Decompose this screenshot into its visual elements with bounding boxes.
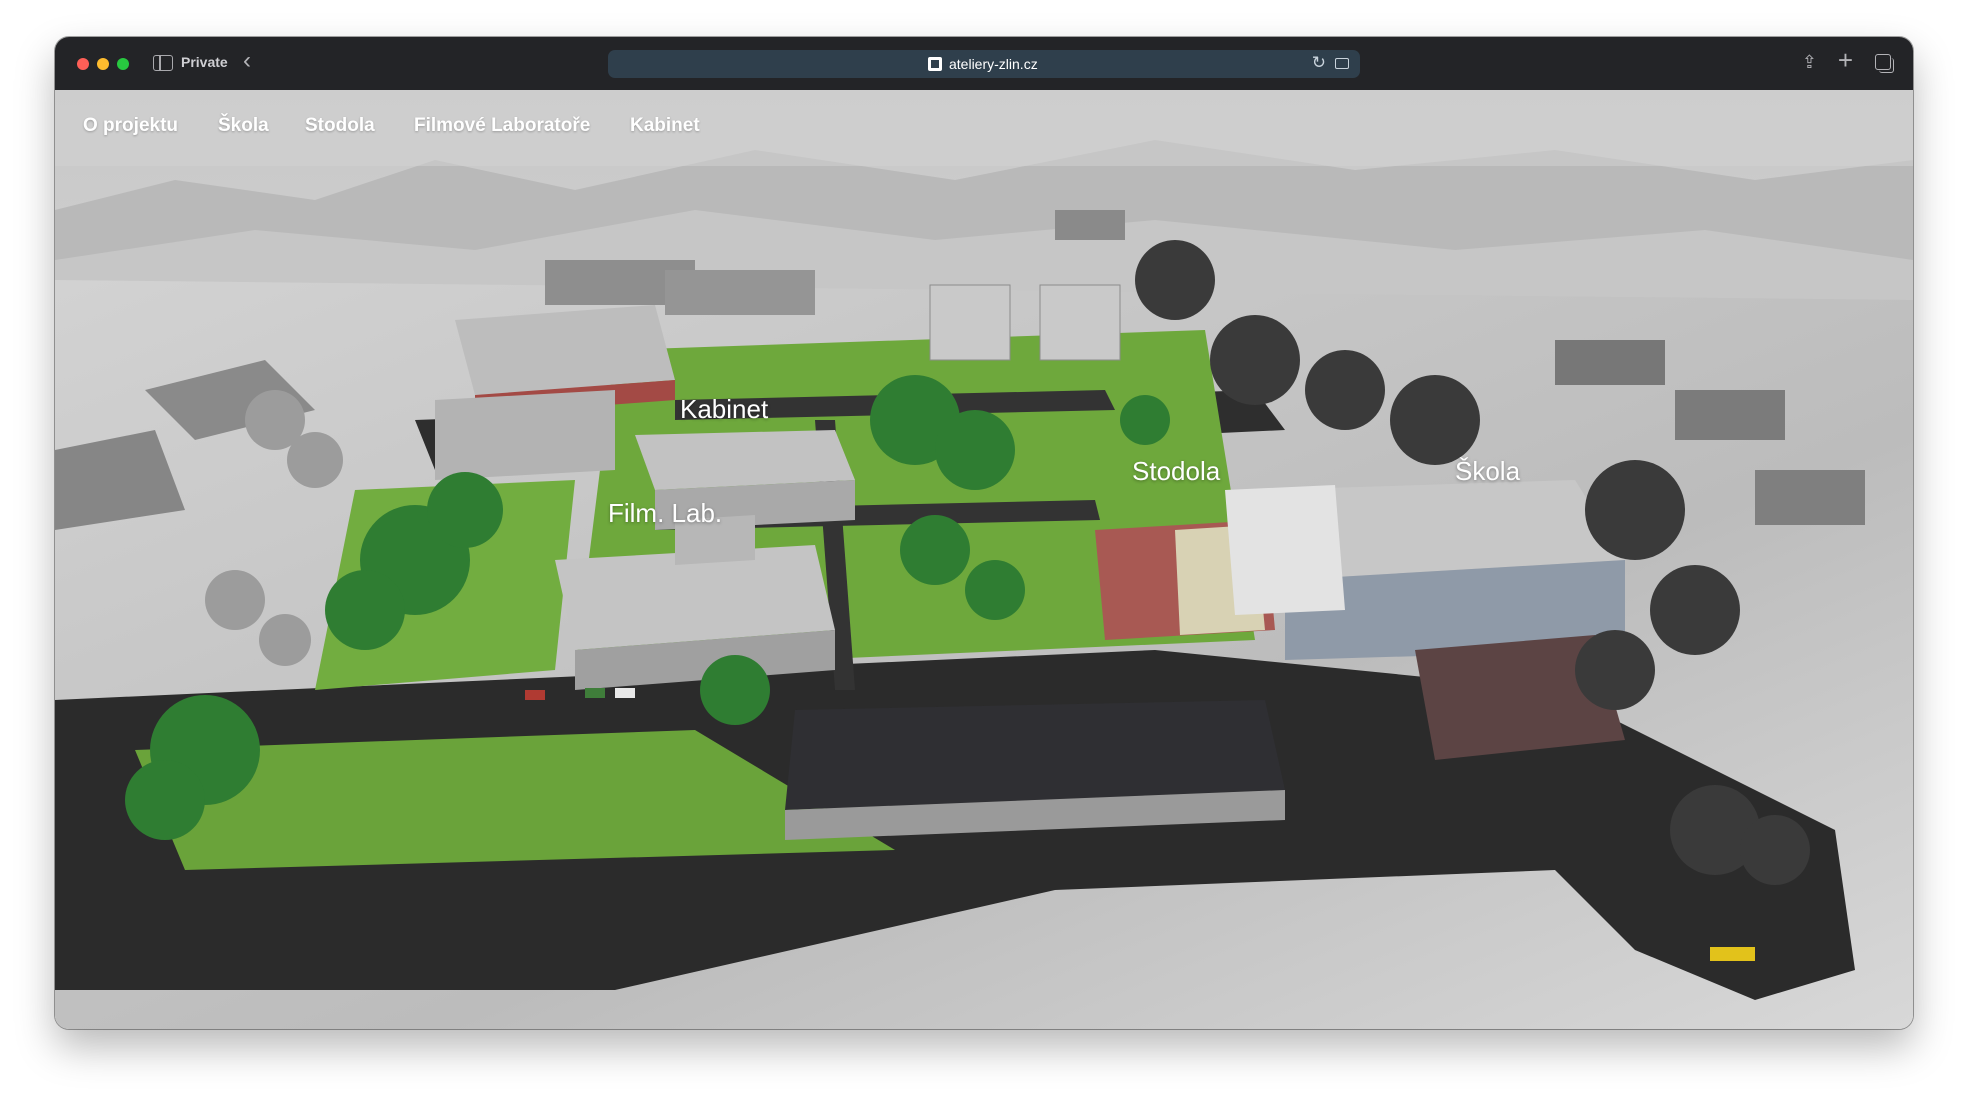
close-window-button[interactable] [77,58,89,70]
url-text: ateliery-zlin.cz [949,56,1038,72]
reader-view-icon[interactable] [1335,58,1349,69]
nav-item-o-projektu[interactable]: O projektu [83,115,178,137]
nav-item-kabinet[interactable]: Kabinet [630,115,700,137]
tab-overview-icon[interactable] [1875,54,1894,73]
nav-item-filmove-laboratore[interactable]: Filmové Laboratoře [414,115,590,137]
nav-item-stodola[interactable]: Stodola [305,115,375,137]
reload-icon[interactable]: ↻ [1312,53,1326,73]
map-label-stodola[interactable]: Stodola [1132,456,1220,487]
browser-window: Private ‹ ateliery-zlin.cz ↻ ⇪ + O proje… [55,37,1913,1029]
site-navigation: O projektu Škola Stodola Filmové Laborat… [55,90,1913,166]
zoom-window-button[interactable] [117,58,129,70]
map-label-kabinet[interactable]: Kabinet [680,394,768,425]
private-mode-label: Private [181,54,228,70]
new-tab-plus-icon[interactable]: + [1838,47,1853,73]
page-viewport: O projektu Škola Stodola Filmové Laborat… [55,90,1913,1029]
back-chevron-icon[interactable]: ‹ [243,49,251,73]
sidebar-toggle-icon[interactable] [153,55,173,71]
site-favicon-icon [928,57,942,71]
building-kabinet [635,430,855,490]
address-bar[interactable]: ateliery-zlin.cz ↻ [608,50,1360,78]
campus-3d-map[interactable] [55,90,1913,1029]
share-icon[interactable]: ⇪ [1802,52,1817,73]
minimize-window-button[interactable] [97,58,109,70]
map-label-film-lab[interactable]: Film. Lab. [608,498,722,529]
map-label-skola[interactable]: Škola [1455,456,1520,487]
nav-item-skola[interactable]: Škola [218,115,269,137]
browser-titlebar: Private ‹ ateliery-zlin.cz ↻ ⇪ + [55,37,1913,91]
